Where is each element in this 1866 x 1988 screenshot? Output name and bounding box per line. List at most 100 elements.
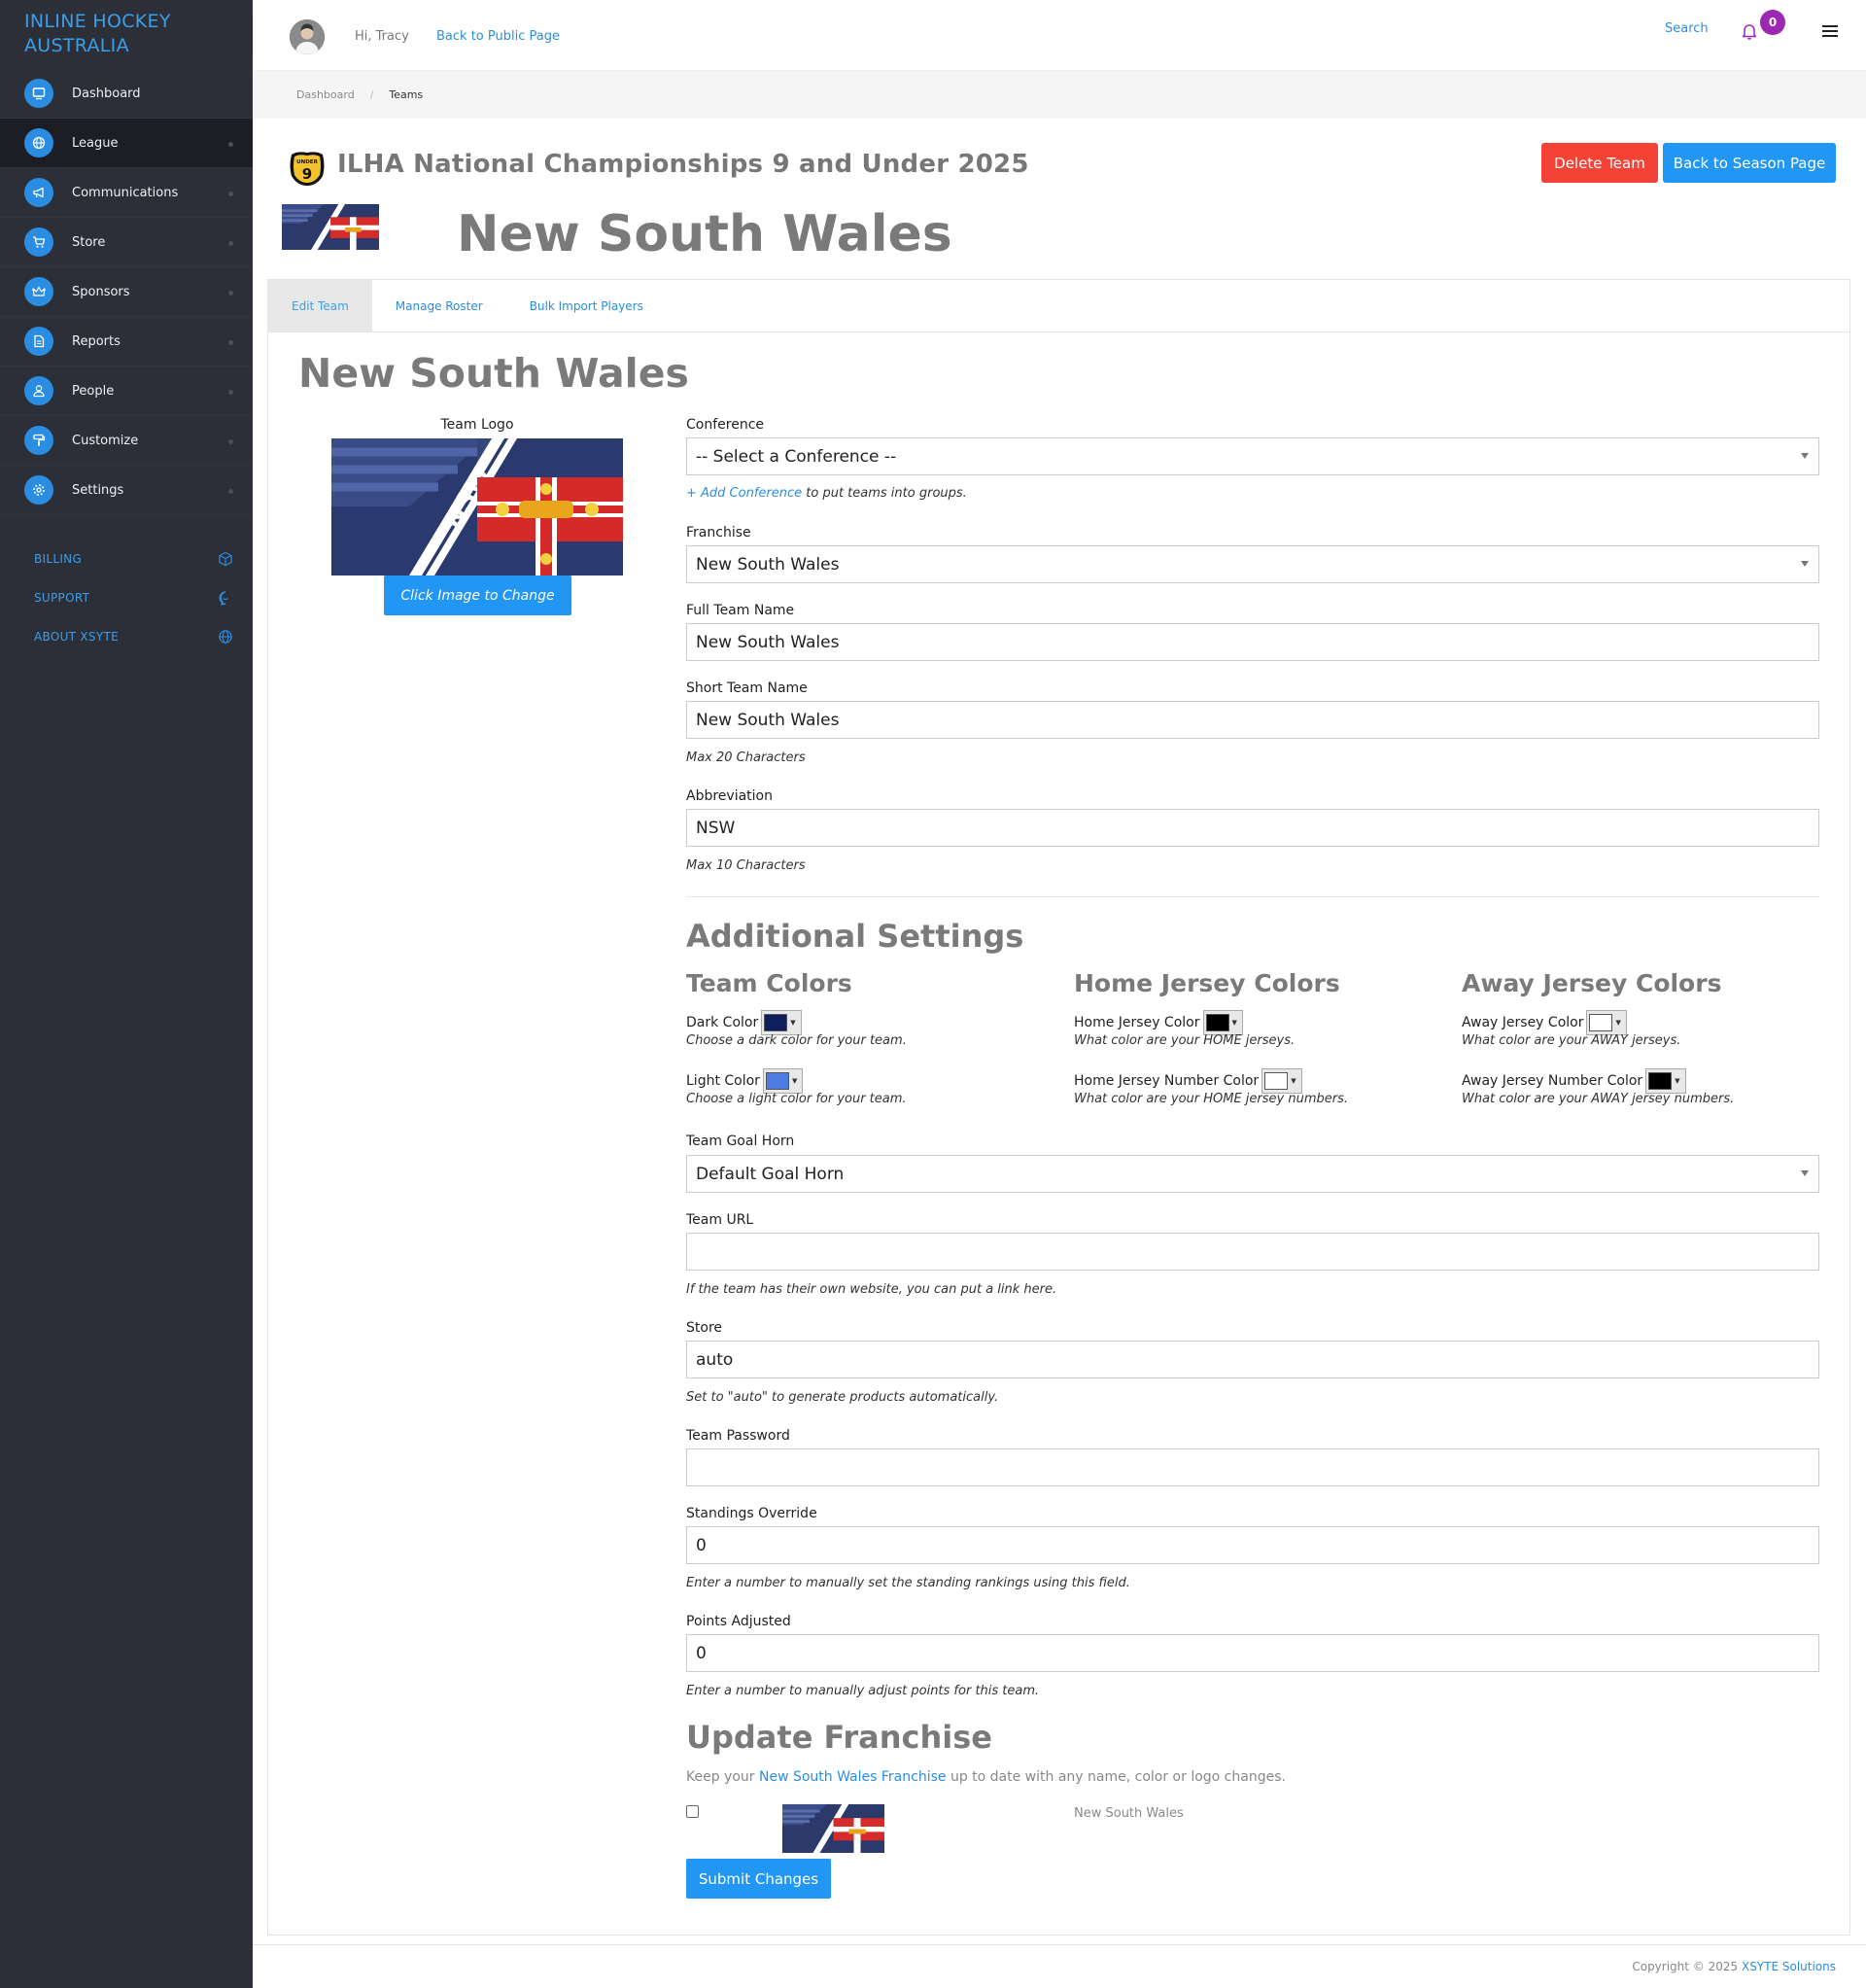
notification-count-badge[interactable]: 0 <box>1760 10 1785 35</box>
home-number-color-picker[interactable]: ▼ <box>1261 1068 1302 1094</box>
away-jersey-color-picker[interactable]: ▼ <box>1586 1010 1627 1035</box>
change-logo-button[interactable]: Click Image to Change <box>384 575 571 615</box>
sidebar-item-label: Reports <box>72 333 121 349</box>
points-adjusted-input[interactable]: 0 <box>686 1634 1819 1672</box>
tab-bar: Edit Team Manage Roster Bulk Import Play… <box>268 280 1849 332</box>
billing-link[interactable]: BILLING <box>0 540 253 578</box>
update-franchise-heading: Update Franchise <box>686 1719 992 1756</box>
monitor-icon <box>24 79 53 108</box>
sidebar-item-customize[interactable]: Customize <box>0 416 253 466</box>
expand-dot-icon <box>228 390 233 395</box>
expand-dot-icon <box>228 192 233 196</box>
abbreviation-label: Abbreviation <box>686 788 773 804</box>
light-color-label: Light Color <box>686 1073 760 1089</box>
caret-down-icon <box>1801 453 1809 459</box>
back-to-season-button[interactable]: Back to Season Page <box>1663 143 1836 183</box>
conference-help-text: to put teams into groups. <box>802 486 967 501</box>
franchise-select[interactable]: New South Wales <box>686 545 1819 583</box>
avatar[interactable] <box>290 19 325 54</box>
support-link-label: SUPPORT <box>34 591 90 605</box>
breadcrumb-dashboard[interactable]: Dashboard <box>296 88 355 101</box>
sidebar-item-settings[interactable]: Settings <box>0 466 253 515</box>
top-bar: Hi, Tracy Back to Public Page Search 0 <box>253 0 1866 71</box>
sidebar-item-sponsors[interactable]: Sponsors <box>0 267 253 317</box>
full-name-input[interactable]: New South Wales <box>686 623 1819 661</box>
tab-manage-roster[interactable]: Manage Roster <box>372 280 506 331</box>
back-to-public-link[interactable]: Back to Public Page <box>436 29 560 44</box>
breadcrumb: Dashboard / Teams <box>253 71 1866 119</box>
expand-dot-icon <box>228 142 233 147</box>
team-logo-image[interactable]: NSW <box>331 438 623 575</box>
home-jersey-color-help: What color are your HOME jerseys. <box>1074 1033 1296 1048</box>
dark-color-row: Dark Color ▼ <box>686 1010 802 1035</box>
franchise-label: Franchise <box>686 525 751 541</box>
team-url-label: Team URL <box>686 1212 754 1228</box>
standings-override-input[interactable]: 0 <box>686 1526 1819 1564</box>
sidebar-item-communications[interactable]: Communications <box>0 168 253 218</box>
home-number-color-row: Home Jersey Number Color ▼ <box>1074 1068 1302 1094</box>
brand-name[interactable]: INLINE HOCKEY AUSTRALIA <box>24 10 219 58</box>
sidebar-item-dashboard[interactable]: Dashboard <box>0 69 253 119</box>
delete-team-button[interactable]: Delete Team <box>1541 143 1658 183</box>
update-text-pre: Keep your <box>686 1769 759 1785</box>
sidebar-item-label: League <box>72 135 119 151</box>
hamburger-menu-icon[interactable] <box>1820 21 1840 41</box>
store-input[interactable]: auto <box>686 1341 1819 1378</box>
conference-select[interactable]: -- Select a Conference -- <box>686 437 1819 475</box>
franchise-logo <box>782 1804 884 1853</box>
conference-help: + Add Conference to put teams into group… <box>686 486 967 501</box>
sidebar-links: BILLING SUPPORT ABOUT XSYTE <box>0 540 253 656</box>
home-jersey-color-picker[interactable]: ▼ <box>1202 1010 1243 1035</box>
dark-color-help: Choose a dark color for your team. <box>686 1033 907 1048</box>
expand-dot-icon <box>228 489 233 494</box>
team-logo-label: Team Logo <box>440 417 514 433</box>
goal-horn-select[interactable]: Default Goal Horn <box>686 1155 1819 1193</box>
company-link[interactable]: XSYTE Solutions <box>1742 1960 1836 1973</box>
team-url-input[interactable] <box>686 1233 1819 1271</box>
team-password-input[interactable] <box>686 1448 1819 1486</box>
sidebar-item-league[interactable]: League <box>0 119 253 168</box>
expand-dot-icon <box>228 241 233 246</box>
bell-icon[interactable] <box>1740 21 1759 41</box>
light-color-picker[interactable]: ▼ <box>762 1068 804 1094</box>
dark-color-picker[interactable]: ▼ <box>761 1010 802 1035</box>
expand-dot-icon <box>228 340 233 345</box>
sidebar-item-store[interactable]: Store <box>0 218 253 267</box>
sidebar-item-label: Communications <box>72 185 179 200</box>
away-number-color-label: Away Jersey Number Color <box>1462 1073 1643 1089</box>
abbreviation-help: Max 10 Characters <box>686 858 806 873</box>
franchise-value: New South Wales <box>696 554 840 575</box>
short-name-label: Short Team Name <box>686 680 808 696</box>
about-link[interactable]: ABOUT XSYTE <box>0 617 253 656</box>
svg-text:9: 9 <box>302 165 312 183</box>
home-jersey-colors-heading: Home Jersey Colors <box>1074 969 1340 997</box>
sidebar-item-label: Store <box>72 234 106 250</box>
search-link[interactable]: Search <box>1665 21 1709 36</box>
season-logo: UNDER 9 <box>290 152 325 186</box>
points-adjusted-help: Enter a number to manually adjust points… <box>686 1684 1040 1698</box>
goal-horn-value: Default Goal Horn <box>696 1164 845 1184</box>
short-name-input[interactable]: New South Wales <box>686 701 1819 739</box>
divider <box>686 896 1819 897</box>
crown-icon <box>24 277 53 306</box>
sidebar-item-people[interactable]: People <box>0 366 253 416</box>
team-url-help: If the team has their own website, you c… <box>686 1282 1057 1297</box>
document-icon <box>24 327 53 356</box>
submit-changes-button[interactable]: Submit Changes <box>686 1859 831 1899</box>
about-link-label: ABOUT XSYTE <box>34 630 119 644</box>
abbreviation-input[interactable]: NSW <box>686 809 1819 847</box>
franchise-name: New South Wales <box>1074 1806 1184 1821</box>
additional-settings-heading: Additional Settings <box>686 918 1024 955</box>
home-number-color-label: Home Jersey Number Color <box>1074 1073 1260 1089</box>
support-link[interactable]: SUPPORT <box>0 578 253 617</box>
store-help: Set to "auto" to generate products autom… <box>686 1390 999 1405</box>
away-number-color-picker[interactable]: ▼ <box>1645 1068 1686 1094</box>
tab-bulk-import[interactable]: Bulk Import Players <box>506 280 667 331</box>
add-conference-link[interactable]: + Add Conference <box>686 486 802 501</box>
update-franchise-checkbox[interactable] <box>686 1805 699 1818</box>
standings-override-label: Standings Override <box>686 1506 817 1521</box>
sidebar-item-reports[interactable]: Reports <box>0 317 253 366</box>
globe-icon <box>219 630 232 644</box>
franchise-link[interactable]: New South Wales Franchise <box>759 1769 947 1785</box>
tab-edit-team[interactable]: Edit Team <box>268 280 372 331</box>
